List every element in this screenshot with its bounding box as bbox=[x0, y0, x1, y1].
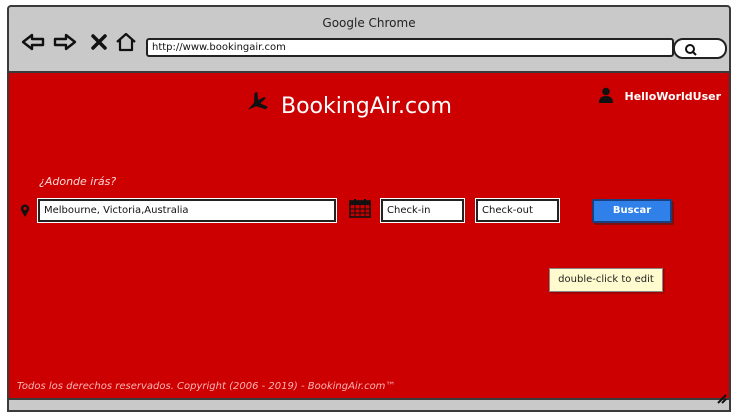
close-icon[interactable] bbox=[91, 31, 107, 53]
resize-grip-icon[interactable] bbox=[715, 389, 727, 408]
map-pin-icon bbox=[20, 203, 30, 222]
browser-window: Google Chrome http://www.bookingair.com … bbox=[7, 5, 731, 412]
footer-copyright: Todos los derechos reservados. Copyright… bbox=[17, 381, 396, 392]
brand-logo[interactable]: BookingAir.com bbox=[243, 91, 452, 121]
brand-name: BookingAir.com bbox=[281, 93, 452, 119]
user-menu[interactable]: HelloWorldUser bbox=[598, 87, 722, 106]
search-button[interactable]: Buscar bbox=[592, 199, 672, 223]
search-icon bbox=[684, 42, 698, 61]
checkin-input[interactable]: Check-in bbox=[380, 198, 465, 223]
browser-title: Google Chrome bbox=[322, 16, 416, 30]
checkout-input[interactable]: Check-out bbox=[475, 198, 560, 223]
username: HelloWorldUser bbox=[624, 90, 722, 103]
home-icon[interactable] bbox=[115, 31, 137, 53]
browser-search-box[interactable] bbox=[673, 38, 727, 59]
back-arrow-icon[interactable] bbox=[21, 31, 45, 53]
airplane-icon bbox=[243, 91, 269, 121]
page-content: BookingAir.com HelloWorldUser ¿Adonde ir… bbox=[9, 71, 729, 400]
user-icon bbox=[598, 87, 613, 106]
calendar-icon[interactable] bbox=[349, 198, 371, 222]
forward-arrow-icon[interactable] bbox=[53, 31, 77, 53]
destination-input[interactable]: Melbourne, Victoria,Australia bbox=[37, 198, 337, 223]
url-bar[interactable]: http://www.bookingair.com bbox=[146, 38, 674, 57]
edit-tooltip: double-click to edit bbox=[549, 268, 663, 292]
destination-label: ¿Adonde irás? bbox=[39, 175, 117, 188]
